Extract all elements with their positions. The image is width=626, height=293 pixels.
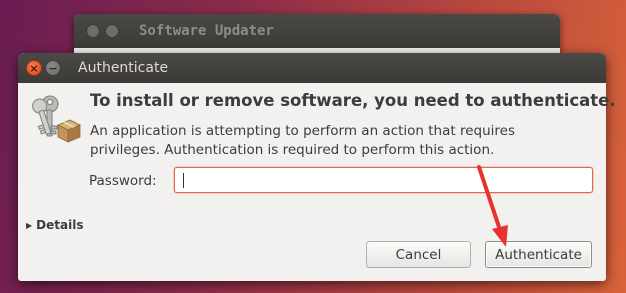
close-icon[interactable]	[86, 24, 100, 38]
close-icon[interactable]: ×	[26, 60, 42, 76]
minimize-icon[interactable]: −	[45, 60, 61, 76]
triangle-right-icon: ▶	[26, 220, 33, 230]
dialog-title: Authenticate	[78, 60, 169, 76]
minimize-icon[interactable]	[105, 24, 119, 38]
authenticate-button[interactable]: Authenticate	[485, 241, 592, 268]
password-input[interactable]	[174, 167, 593, 193]
password-label: Password:	[89, 173, 157, 189]
software-updater-title: Software Updater	[139, 23, 274, 39]
keys-icon	[32, 95, 81, 143]
text-cursor	[183, 173, 184, 188]
dialog-heading: To install or remove software, you need …	[90, 91, 616, 110]
cancel-button[interactable]: Cancel	[366, 241, 471, 268]
authenticate-dialog: × − Authenticate To install or remove so…	[18, 53, 616, 281]
details-label: Details	[36, 218, 84, 232]
details-expander[interactable]: ▶ Details	[26, 218, 83, 232]
dialog-description: An application is attempting to perform …	[90, 123, 515, 158]
software-updater-titlebar: Software Updater	[74, 14, 560, 48]
dialog-titlebar: × − Authenticate	[18, 53, 606, 83]
